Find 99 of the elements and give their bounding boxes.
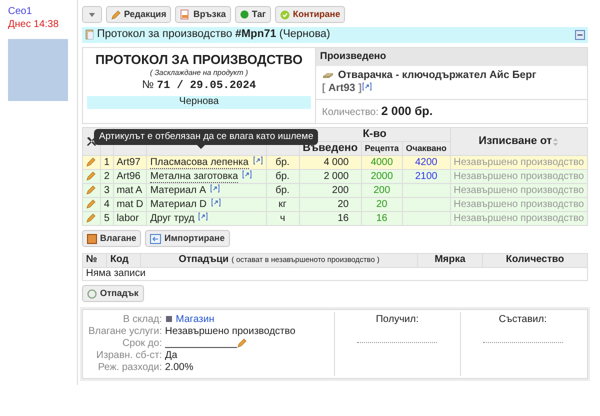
edit-icon — [237, 338, 247, 348]
document-number: № 71 / 29.05.2024 — [141, 79, 257, 94]
table-cell: Незавършено производство — [450, 184, 588, 198]
table-cell: 4000 — [361, 156, 402, 170]
external-link-icon — [210, 198, 221, 207]
document-status: Чернова — [87, 96, 311, 109]
table-cell: Незавършено производство — [450, 212, 588, 226]
box-icon — [87, 234, 97, 244]
table-cell: бр. — [266, 156, 300, 170]
table-cell: бр. — [266, 170, 300, 184]
external-link-icon — [198, 212, 208, 221]
empty-message: Няма записи — [82, 267, 588, 280]
tools-icon — [86, 136, 97, 148]
field-value: Да — [165, 350, 178, 361]
table-cell: 20 — [361, 198, 402, 212]
pencil-icon[interactable] — [86, 185, 96, 196]
table-cell: 16 — [361, 212, 402, 226]
column-header: Изписване от — [478, 135, 552, 147]
table-cell: Незавършено производство — [450, 170, 588, 184]
box-icon — [165, 315, 173, 324]
field-value: Незавършено производство — [165, 326, 296, 337]
table-cell: 16 — [299, 212, 362, 226]
toolbar-button[interactable]: Таг — [234, 6, 271, 23]
table-cell: 4 000 — [299, 156, 362, 170]
column-header: Код — [106, 254, 141, 267]
product-name: Отварачка - ключодържател Айс Берг — [338, 69, 536, 82]
external-link-icon — [210, 184, 220, 193]
import-icon — [150, 234, 162, 244]
tooltip: Артикулът е отбелязан да се влага като ишлеме — [94, 129, 318, 145]
dot-icon — [240, 10, 249, 19]
table-cell: mat D — [113, 198, 147, 212]
table-row[interactable]: 3 mat A Материал A бр. 200 200 Незавършено производство — [82, 184, 588, 198]
table-cell: 2 000 — [299, 170, 362, 184]
table-cell: mat A — [113, 184, 147, 198]
table-row[interactable]: 2 Art96 Метална заготовка бр. 2 000 2000 2100 Незавършено производство — [82, 170, 588, 184]
field-label: Реж. разходи: — [97, 362, 163, 374]
collapse-icon[interactable] — [575, 30, 585, 40]
table-cell: 2000 — [361, 170, 402, 184]
document-icon — [180, 9, 190, 20]
column-header: № — [82, 254, 107, 267]
product-icon — [322, 72, 334, 79]
panel-header: Произведено — [316, 48, 587, 66]
action-button[interactable]: Влагане — [82, 230, 142, 247]
toolbar-button[interactable]: Редакция — [106, 6, 172, 23]
pencil-icon[interactable] — [86, 171, 96, 182]
table-cell: 200 — [361, 184, 402, 198]
table-cell: 2100 — [402, 170, 450, 184]
signature-label: Съставил: — [498, 314, 548, 326]
check-circle-icon — [280, 10, 290, 20]
column-header: Мярка — [418, 254, 482, 267]
field-label: Влагане услуги: — [87, 326, 163, 338]
column-header: Очаквано — [402, 142, 450, 156]
quantity-label: Количество: — [322, 106, 378, 118]
column-header: Количество — [482, 254, 588, 267]
table-cell: Незавършено производство — [450, 156, 588, 170]
pencil-icon — [111, 10, 121, 20]
photo-placeholder — [8, 39, 68, 101]
table-cell: бр. — [266, 184, 300, 198]
external-link-icon — [242, 170, 252, 179]
table-cell: Art97 — [113, 156, 147, 170]
table-cell: Art96 — [113, 170, 147, 184]
action-button[interactable]: Отпадък — [82, 285, 144, 302]
signature-label: Получил: — [374, 314, 420, 326]
table-cell: Незавършено производство — [450, 198, 588, 212]
table-row[interactable]: 4 mat D Материал D кг 20 20 Незавършено производство — [82, 198, 588, 212]
table-cell: labor — [113, 212, 147, 226]
table-row[interactable]: 1 Art97 Пласмасова лепенка бр. 4 000 4000 4200 Незавършено производство — [82, 156, 588, 170]
pencil-icon[interactable] — [86, 199, 96, 210]
pencil-icon[interactable] — [86, 157, 96, 168]
table-cell: кг — [266, 198, 300, 212]
user-name[interactable]: Ceo1 — [8, 6, 69, 18]
table-cell: 200 — [299, 184, 362, 198]
caret-icon — [88, 12, 96, 18]
table-row[interactable]: 5 labor Друг труд ч 16 16 Незавършено производство — [82, 212, 588, 226]
field-label: В склад: — [122, 314, 163, 326]
pencil-icon[interactable] — [86, 213, 96, 224]
action-button[interactable]: Импортиране — [145, 230, 230, 247]
timestamp: Днес 14:38 — [8, 18, 60, 31]
store-link[interactable]: Магазин — [176, 314, 214, 325]
field-label: Срок до: — [121, 338, 163, 350]
external-link-icon — [362, 82, 372, 92]
page-title: Протокол за производство #Mpn71 (Чернова) — [97, 28, 330, 42]
field-value: 2.00% — [165, 362, 194, 373]
product-code: [ Art93 ] — [322, 82, 362, 94]
dropdown-button[interactable] — [82, 6, 102, 23]
column-header: Отпадъци — [178, 254, 229, 265]
sort-icon — [552, 136, 559, 147]
table-cell: 20 — [299, 198, 362, 212]
column-header: Рецепта — [361, 142, 402, 156]
table-cell: ч — [266, 212, 300, 226]
clipboard-icon — [85, 29, 94, 40]
table-cell: 4200 — [402, 156, 450, 170]
external-link-icon — [252, 156, 263, 165]
toolbar-button[interactable]: Връзка — [175, 6, 231, 23]
toolbar-button[interactable]: Контиране — [274, 6, 346, 23]
field-label: Изравн. сб-ст: — [95, 350, 163, 362]
document-heading: ПРОТОКОЛ ЗА ПРОИЗВОДСТВО — [94, 52, 304, 68]
quantity-value: 2 000 бр. — [381, 104, 433, 118]
recycle-icon — [87, 288, 97, 298]
